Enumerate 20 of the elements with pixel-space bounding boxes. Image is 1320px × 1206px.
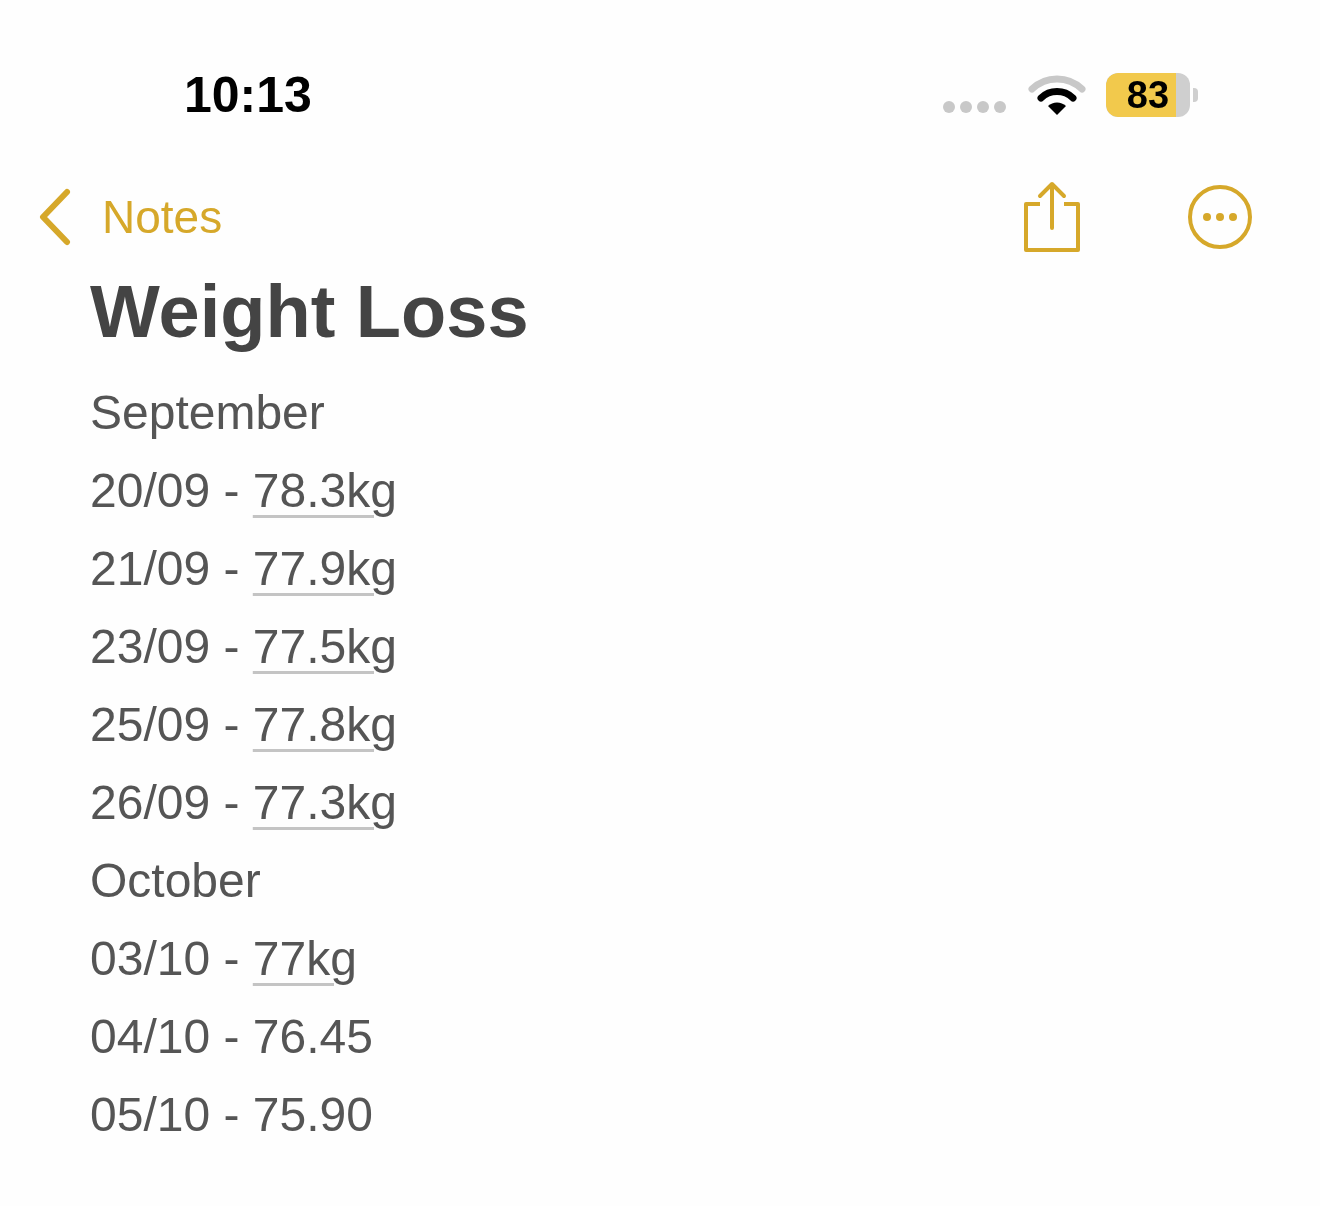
note-line: 20/09 - 78.3kg [90, 463, 398, 519]
signal-icon [942, 100, 1008, 114]
clock-time: 10:13 [184, 66, 312, 124]
wifi-icon [1028, 73, 1086, 117]
note-line: 26/09 - 77.3kg [90, 775, 398, 831]
back-button[interactable]: Notes [38, 188, 223, 246]
note-line: 04/10 - 76.45 [90, 1009, 374, 1065]
note-line: 25/09 - 77.8kg [90, 697, 398, 753]
note-line: 23/09 - 77.5kg [90, 619, 398, 675]
chevron-left-icon [38, 188, 72, 246]
note-title: Weight Loss [90, 269, 530, 355]
battery-tip-icon [1193, 88, 1198, 102]
section-heading: October [90, 853, 262, 909]
battery-percentage: 83 [1126, 73, 1170, 117]
note-line: 05/10 - 75.90 [90, 1087, 374, 1143]
more-options-icon[interactable] [1186, 183, 1254, 251]
note-line: 21/09 - 77.9kg [90, 541, 398, 597]
share-icon[interactable] [1022, 180, 1082, 254]
note-line: 03/10 - 77kg [90, 931, 358, 987]
section-heading: September [90, 385, 326, 441]
